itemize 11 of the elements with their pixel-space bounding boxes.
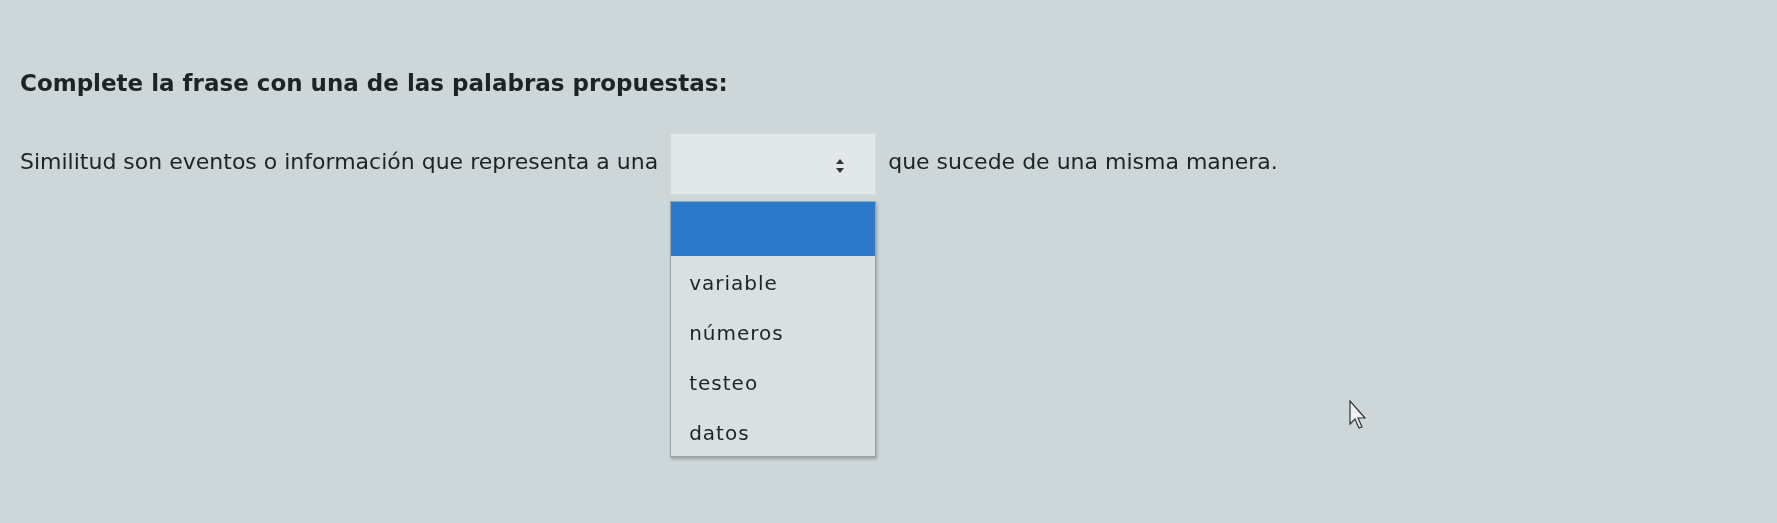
dropdown-option[interactable] <box>671 201 876 256</box>
dropdown-option[interactable]: datos <box>671 405 876 456</box>
instruction-text: Complete la frase con una de las palabras propuestas: <box>20 69 729 98</box>
sentence-text: que sucede de una misma manera. <box>888 147 1278 176</box>
answer-dropdown[interactable] <box>670 132 877 195</box>
up-down-arrows-icon <box>835 157 846 174</box>
dropdown-option[interactable]: variable <box>671 255 876 306</box>
sentence-text: Similitud son eventos o información que representa a una <box>20 147 659 176</box>
dropdown-option[interactable]: testeo <box>671 355 876 406</box>
dropdown-option[interactable]: números <box>671 305 876 356</box>
mouse-pointer-icon <box>1349 400 1369 430</box>
